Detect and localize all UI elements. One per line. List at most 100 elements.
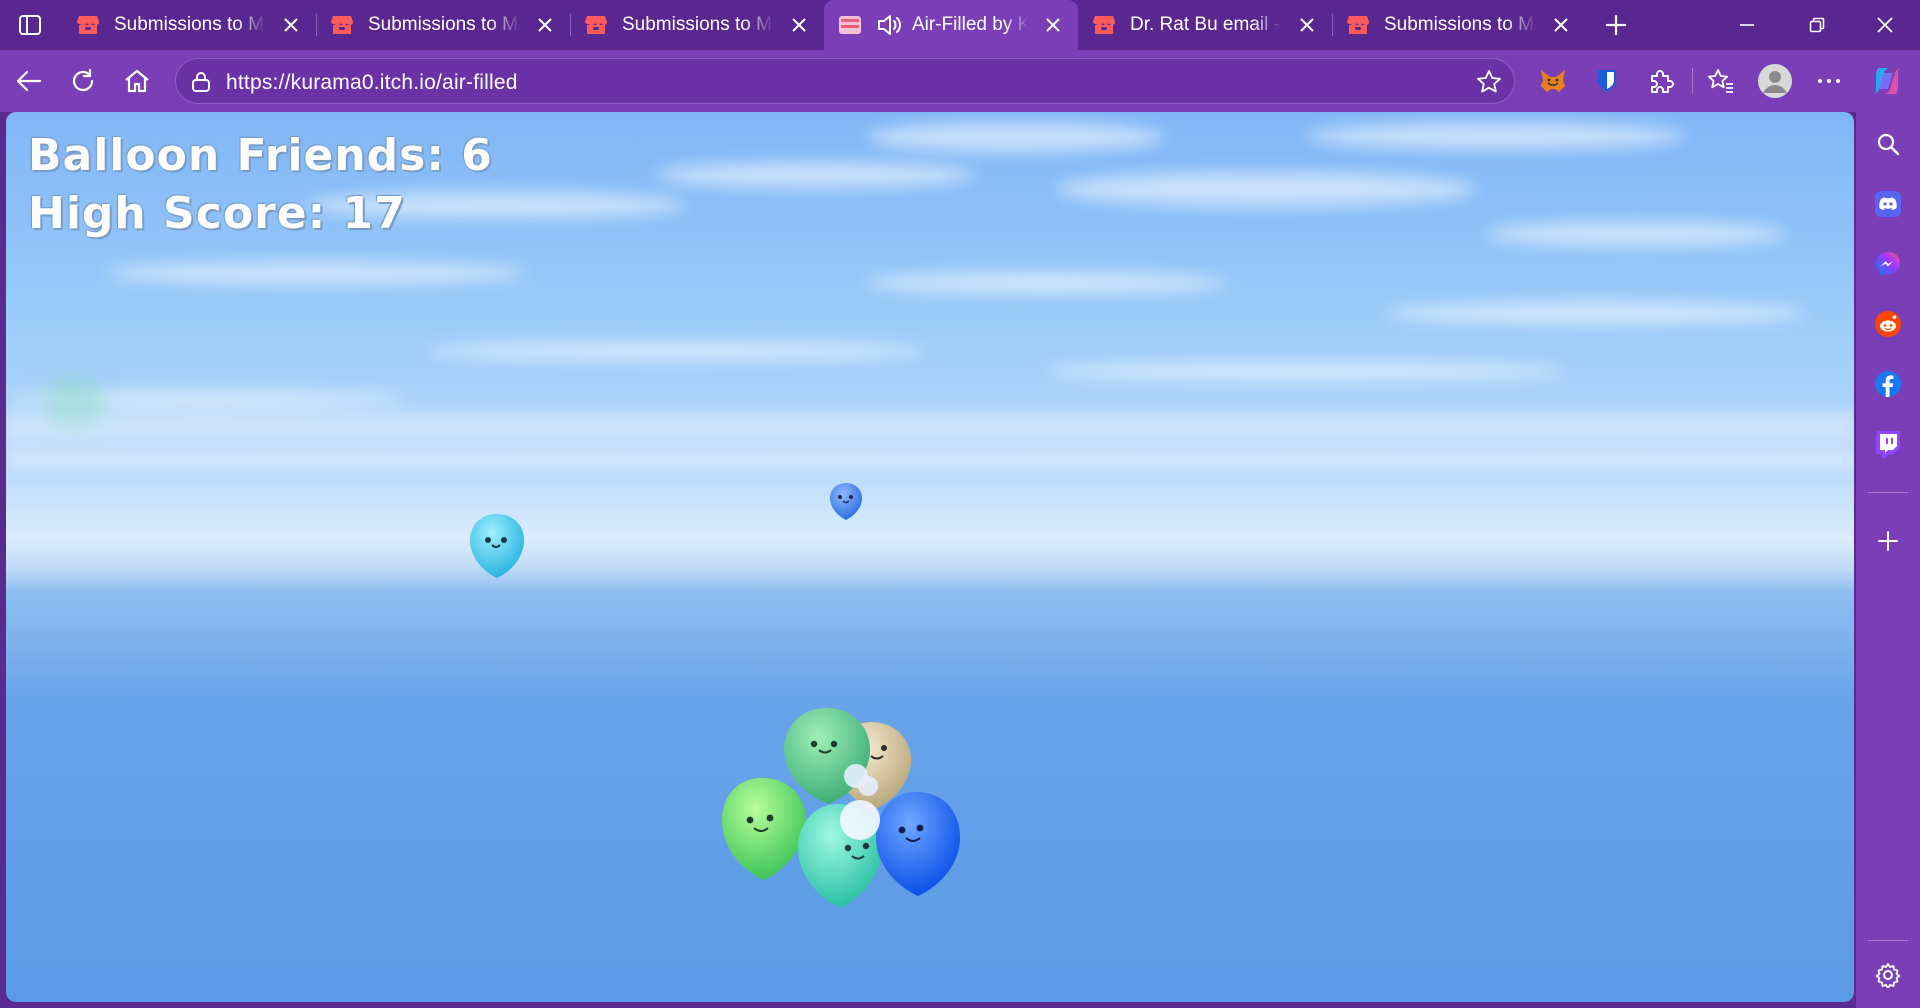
cloud <box>426 342 926 360</box>
extensions-button[interactable] <box>1642 62 1680 100</box>
refresh-icon <box>72 68 94 92</box>
close-icon[interactable] <box>276 10 306 40</box>
balloon-cluster[interactable] <box>706 708 966 932</box>
sidebar-add-button[interactable] <box>1870 523 1906 559</box>
cloud-puff <box>840 800 880 840</box>
close-icon[interactable] <box>1038 10 1068 40</box>
new-tab-button[interactable] <box>1598 8 1634 42</box>
tab-title: Air-Filled by KU <box>912 14 1028 35</box>
sidebar-discord-button[interactable] <box>1870 186 1906 222</box>
url-text[interactable]: https://kurama0.itch.io/air-filled <box>226 71 518 95</box>
cloud <box>1486 222 1786 246</box>
more-menu-button[interactable] <box>1810 62 1848 100</box>
tab-list: Submissions to Mini Submissions to Mini … <box>62 0 1586 50</box>
tab-submissions-4[interactable]: Submissions to Mini <box>1332 0 1586 50</box>
tab-air-filled[interactable]: Air-Filled by KU <box>824 0 1078 50</box>
cloud-band <box>6 412 1854 442</box>
balloon-friends-counter: Balloon Friends: 6 <box>28 130 493 181</box>
minimize-button[interactable] <box>1712 0 1782 50</box>
sidebar-facebook-button[interactable] <box>1870 366 1906 402</box>
minimize-icon <box>1740 24 1754 26</box>
favorites-button[interactable] <box>1702 62 1740 100</box>
home-button[interactable] <box>118 62 156 100</box>
itch-io-icon <box>585 16 607 34</box>
cloud-band <box>6 447 1854 469</box>
refresh-button[interactable] <box>64 62 102 100</box>
cloud <box>866 272 1226 294</box>
favorites-icon <box>1707 69 1733 93</box>
balloon-cyan[interactable] <box>466 512 528 582</box>
distant-balloon-blur <box>44 377 104 427</box>
close-window-button[interactable] <box>1850 0 1920 50</box>
sidebar-reddit-button[interactable] <box>1870 306 1906 342</box>
twitch-icon <box>1876 431 1900 458</box>
speaker-icon[interactable] <box>876 13 902 37</box>
close-icon[interactable] <box>1292 10 1322 40</box>
cloud <box>1306 122 1686 150</box>
star-icon[interactable] <box>1476 69 1502 95</box>
sidebar-twitch-button[interactable] <box>1870 426 1906 462</box>
tab-title: Submissions to Mini <box>1384 14 1536 35</box>
bitwarden-extension-button[interactable] <box>1588 62 1626 100</box>
tab-title: Dr. Rat Bu email - itc <box>1130 14 1282 35</box>
shield-icon <box>1598 70 1616 92</box>
balloon-lime[interactable] <box>722 778 806 880</box>
tab-actions-icon[interactable] <box>12 11 48 39</box>
discord-icon <box>1875 191 1901 217</box>
cloud <box>1046 362 1566 380</box>
copilot-button[interactable] <box>1866 62 1908 100</box>
game-canvas[interactable]: Balloon Friends: 6 High Score: 17 <box>6 112 1854 1002</box>
lock-icon[interactable] <box>190 71 212 93</box>
home-icon <box>125 69 149 93</box>
cloud <box>866 122 1166 152</box>
high-score-counter: High Score: 17 <box>28 188 406 239</box>
tab-title: Submissions to Mini <box>622 14 774 35</box>
itch-io-icon <box>1093 16 1115 34</box>
plus-icon <box>1605 14 1627 36</box>
more-dots-icon <box>1818 79 1840 83</box>
game-thumbnail-icon <box>839 16 861 34</box>
tab-title: Submissions to Mini <box>114 14 266 35</box>
metamask-fox-icon <box>1541 70 1565 92</box>
tab-submissions-2[interactable]: Submissions to Mini <box>316 0 570 50</box>
messenger-icon <box>1876 252 1900 276</box>
tab-submissions-3[interactable]: Submissions to Mini <box>570 0 824 50</box>
navigation-toolbar: https://kurama0.itch.io/air-filled <box>0 50 1920 112</box>
close-icon[interactable] <box>784 10 814 40</box>
close-icon[interactable] <box>1546 10 1576 40</box>
tab-dr-rat-bu[interactable]: Dr. Rat Bu email - itc <box>1078 0 1332 50</box>
profile-button[interactable] <box>1756 62 1794 100</box>
restore-icon <box>1809 17 1825 33</box>
tab-title: Submissions to Mini <box>368 14 520 35</box>
itch-io-icon <box>1347 16 1369 34</box>
cloud <box>1056 172 1476 206</box>
restore-button[interactable] <box>1782 0 1852 50</box>
tab-submissions-1[interactable]: Submissions to Mini <box>62 0 316 50</box>
search-icon <box>1877 133 1900 156</box>
cloud <box>106 262 526 284</box>
facebook-icon <box>1875 371 1901 397</box>
avatar <box>1758 64 1792 98</box>
back-button[interactable] <box>10 62 48 100</box>
close-icon[interactable] <box>530 10 560 40</box>
address-bar[interactable]: https://kurama0.itch.io/air-filled <box>175 58 1515 104</box>
metamask-extension-button[interactable] <box>1534 62 1572 100</box>
reddit-icon <box>1875 311 1901 337</box>
arrow-left-icon <box>16 70 42 92</box>
sidebar-search-button[interactable] <box>1870 126 1906 162</box>
sidebar-messenger-button[interactable] <box>1870 246 1906 282</box>
balloon-blue[interactable] <box>876 792 960 896</box>
add-icon <box>1878 531 1898 551</box>
puzzle-piece-icon <box>1651 70 1674 93</box>
itch-io-icon <box>331 16 353 34</box>
cloud-puff <box>858 776 878 796</box>
cloud <box>656 162 976 188</box>
sidebar-settings-button[interactable] <box>1870 957 1906 993</box>
tab-strip: Submissions to Mini Submissions to Mini … <box>0 0 1920 50</box>
itch-io-icon <box>77 16 99 34</box>
edge-sidebar <box>1856 112 1920 1008</box>
sidebar-divider <box>1868 492 1908 493</box>
settings-icon <box>1875 963 1901 988</box>
balloon-blue-small[interactable] <box>828 481 864 523</box>
sidebar-divider <box>1868 940 1908 941</box>
